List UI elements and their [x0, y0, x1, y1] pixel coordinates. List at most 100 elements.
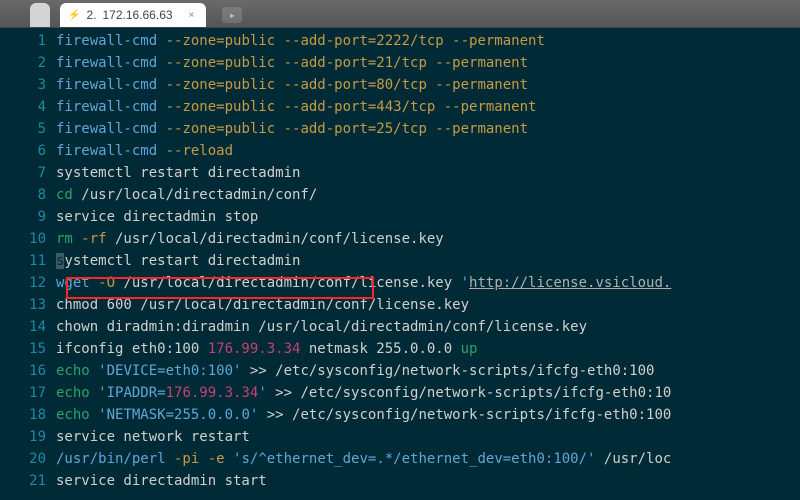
tab-partial[interactable] — [30, 3, 50, 27]
line-number: 18 — [0, 404, 46, 426]
token: --zone=public --add-port=25/tcp --perman… — [157, 121, 528, 137]
line-number: 19 — [0, 426, 46, 448]
code-line[interactable]: firewall-cmd --zone=public --add-port=22… — [56, 30, 800, 52]
token: netmask 255.0.0.0 — [300, 341, 460, 357]
code-line[interactable]: /usr/bin/perl -pi -e 's/^ethernet_dev=.*… — [56, 448, 800, 470]
token: firewall-cmd — [56, 99, 157, 115]
token: firewall-cmd — [56, 77, 157, 93]
code-line[interactable]: echo 'NETMASK=255.0.0.0' >> /etc/sysconf… — [56, 404, 800, 426]
token: echo — [56, 407, 90, 423]
code-line[interactable]: echo 'IPADDR=176.99.3.34' >> /etc/syscon… — [56, 382, 800, 404]
close-icon[interactable]: × — [189, 10, 195, 21]
tab-ip: 172.16.66.63 — [102, 8, 172, 22]
code-line[interactable]: firewall-cmd --reload — [56, 140, 800, 162]
token: ystemctl restart directadmin — [64, 253, 300, 269]
token: /usr/loc — [595, 451, 671, 467]
code-line[interactable]: firewall-cmd --zone=public --add-port=44… — [56, 96, 800, 118]
token: cd — [56, 187, 73, 203]
line-number: 10 — [0, 228, 46, 250]
line-number: 13 — [0, 294, 46, 316]
line-number: 9 — [0, 206, 46, 228]
token — [90, 385, 98, 401]
token — [90, 407, 98, 423]
token: ifconfig eth0:100 — [56, 341, 208, 357]
tab-index: 2. — [86, 8, 96, 22]
token: /usr/local/directadmin/conf/license.key — [107, 231, 444, 247]
line-number: 8 — [0, 184, 46, 206]
line-number: 15 — [0, 338, 46, 360]
tab-server[interactable]: ⚡ 2. 172.16.66.63 × — [60, 3, 206, 27]
token: 176.99.3.34 — [166, 385, 259, 401]
line-number: 12 — [0, 272, 46, 294]
token: --zone=public --add-port=2222/tcp --perm… — [157, 33, 545, 49]
code-line[interactable]: firewall-cmd --zone=public --add-port=25… — [56, 118, 800, 140]
code-line[interactable]: echo 'DEVICE=eth0:100' >> /etc/sysconfig… — [56, 360, 800, 382]
token: --zone=public --add-port=443/tcp --perma… — [157, 99, 536, 115]
code-line[interactable]: service network restart — [56, 426, 800, 448]
token: 'NETMASK=255.0.0.0' — [98, 407, 258, 423]
token: wget — [56, 275, 90, 291]
code-line[interactable]: systemctl restart directadmin — [56, 162, 800, 184]
token: 'IPADDR= — [98, 385, 165, 401]
line-number: 7 — [0, 162, 46, 184]
code-line[interactable]: ifconfig eth0:100 176.99.3.34 netmask 25… — [56, 338, 800, 360]
token: --zone=public --add-port=21/tcp --perman… — [157, 55, 528, 71]
token: >> /etc/sysconfig/network-scripts/ifcfg-… — [258, 407, 671, 423]
line-number: 5 — [0, 118, 46, 140]
token: 'DEVICE=eth0:100' — [98, 363, 241, 379]
token: --zone=public --add-port=80/tcp --perman… — [157, 77, 528, 93]
tab-bar: ⚡ 2. 172.16.66.63 × ▸ — [0, 0, 800, 28]
token: -rf — [73, 231, 107, 247]
token: http://license.vsicloud. — [469, 275, 671, 291]
token: -pi -e — [166, 451, 225, 467]
line-number: 1 — [0, 30, 46, 52]
code-line[interactable]: service directadmin stop — [56, 206, 800, 228]
new-tab-button[interactable]: ▸ — [222, 7, 242, 23]
token: --reload — [157, 143, 233, 159]
token: >> /etc/sysconfig/network-scripts/ifcfg-… — [267, 385, 672, 401]
token: chown diradmin:diradmin /usr/local/direc… — [56, 319, 587, 335]
line-number: 17 — [0, 382, 46, 404]
bolt-icon: ⚡ — [68, 10, 80, 21]
code-editor[interactable]: 123456789101112131415161718192021 firewa… — [0, 28, 800, 500]
token: firewall-cmd — [56, 33, 157, 49]
token: /usr/local/directadmin/conf/ — [73, 187, 317, 203]
line-number: 16 — [0, 360, 46, 382]
code-line[interactable]: systemctl restart directadmin — [56, 250, 800, 272]
line-number: 4 — [0, 96, 46, 118]
token: ' — [258, 385, 266, 401]
token: firewall-cmd — [56, 55, 157, 71]
code-line[interactable]: firewall-cmd --zone=public --add-port=80… — [56, 74, 800, 96]
token: firewall-cmd — [56, 121, 157, 137]
code-line[interactable]: wget -O /usr/local/directadmin/conf/lice… — [56, 272, 800, 294]
token: echo — [56, 385, 90, 401]
token: firewall-cmd — [56, 143, 157, 159]
code-line[interactable]: cd /usr/local/directadmin/conf/ — [56, 184, 800, 206]
plus-icon: ▸ — [229, 8, 236, 22]
code-line[interactable]: rm -rf /usr/local/directadmin/conf/licen… — [56, 228, 800, 250]
token: 176.99.3.34 — [208, 341, 301, 357]
line-number: 11 — [0, 250, 46, 272]
token: systemctl restart directadmin — [56, 165, 300, 181]
token: service network restart — [56, 429, 250, 445]
line-number: 20 — [0, 448, 46, 470]
line-number: 21 — [0, 470, 46, 492]
token: service directadmin start — [56, 473, 267, 489]
token — [225, 451, 233, 467]
token: -O — [90, 275, 115, 291]
line-number: 14 — [0, 316, 46, 338]
line-number: 6 — [0, 140, 46, 162]
code-line[interactable]: chmod 600 /usr/local/directadmin/conf/li… — [56, 294, 800, 316]
code-line[interactable]: chown diradmin:diradmin /usr/local/direc… — [56, 316, 800, 338]
code-line[interactable]: firewall-cmd --zone=public --add-port=21… — [56, 52, 800, 74]
token: service directadmin stop — [56, 209, 258, 225]
code-content[interactable]: firewall-cmd --zone=public --add-port=22… — [56, 30, 800, 500]
code-line[interactable]: service directadmin start — [56, 470, 800, 492]
token: >> /etc/sysconfig/network-scripts/ifcfg-… — [241, 363, 654, 379]
token: up — [461, 341, 478, 357]
token: ' — [461, 275, 469, 291]
token: rm — [56, 231, 73, 247]
token: 's/^ethernet_dev=.*/ethernet_dev=eth0:10… — [233, 451, 595, 467]
token — [90, 363, 98, 379]
line-number: 3 — [0, 74, 46, 96]
